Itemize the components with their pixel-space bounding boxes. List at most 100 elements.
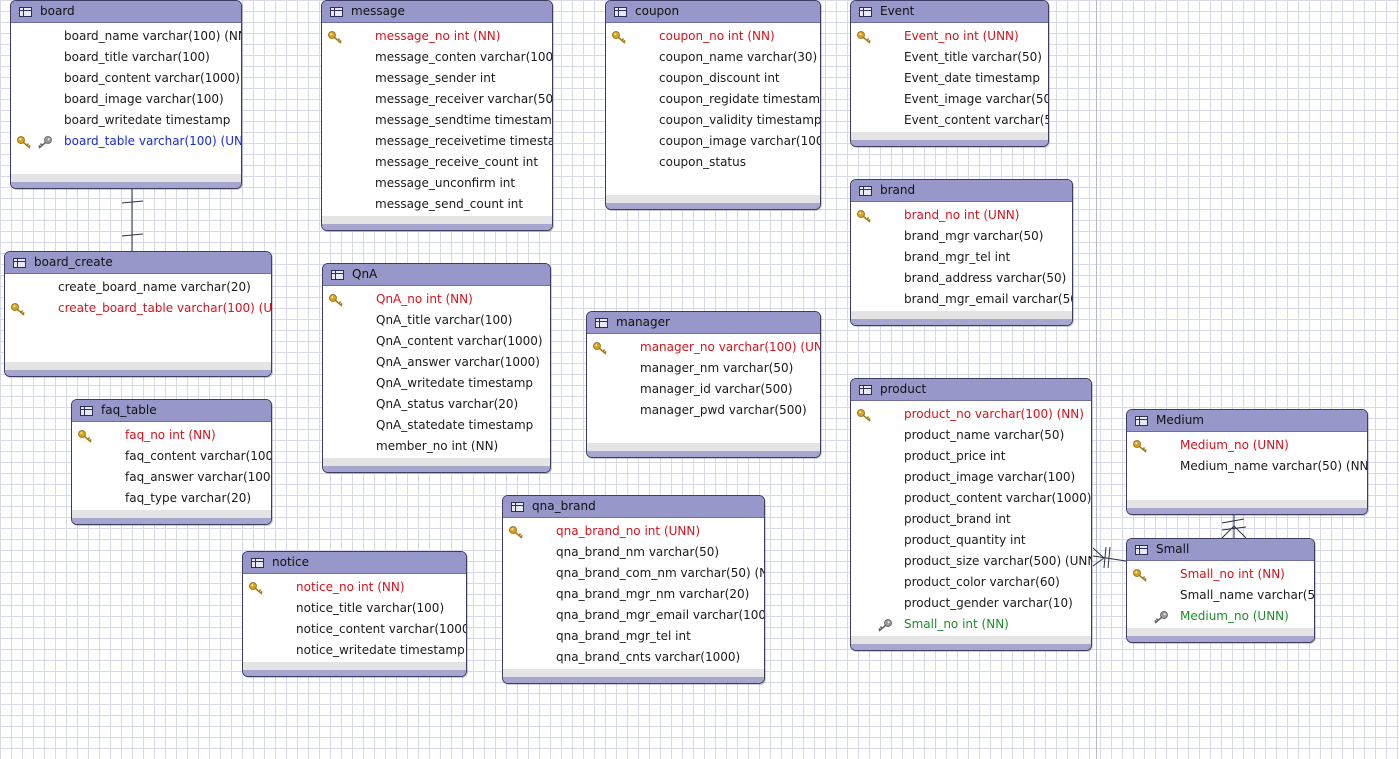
field-row[interactable]: qna_brand_mgr_tel int <box>503 626 764 647</box>
entity-header[interactable]: Medium <box>1127 410 1367 432</box>
entity-manager[interactable]: manager manager_no varchar(100) (UNN) ma… <box>586 311 821 458</box>
entity-qna-brand[interactable]: qna_brand qna_brand_no int (UNN) qna_bra… <box>502 495 765 684</box>
entity-coupon[interactable]: coupon coupon_no int (NN) coupon_name va… <box>605 0 821 210</box>
field-row[interactable]: notice_content varchar(1000) <box>243 619 466 640</box>
field-row[interactable]: qna_brand_mgr_nm varchar(20) <box>503 584 764 605</box>
field-row[interactable]: coupon_name varchar(30) <box>606 47 820 68</box>
field-row[interactable]: coupon_image varchar(100) <box>606 131 820 152</box>
entity-header[interactable]: product <box>851 379 1091 401</box>
field-row[interactable]: message_send_count int <box>322 194 552 215</box>
field-row[interactable]: qna_brand_mgr_email varchar(100) <box>503 605 764 626</box>
field-row[interactable]: notice_writedate timestamp <box>243 640 466 661</box>
field-row[interactable]: message_receive_count int <box>322 152 552 173</box>
field-row[interactable]: manager_nm varchar(50) <box>587 358 820 379</box>
entity-header[interactable]: Small <box>1127 539 1314 561</box>
field-row[interactable]: message_receiver varchar(50) <box>322 89 552 110</box>
entity-header[interactable]: message <box>322 1 552 23</box>
field-row[interactable]: message_no int (NN) <box>322 26 552 47</box>
field-row[interactable]: faq_type varchar(20) <box>72 488 271 509</box>
field-row[interactable]: board_image varchar(100) <box>11 89 241 110</box>
field-row[interactable]: Medium_no (UNN) <box>1127 606 1314 627</box>
field-row[interactable]: qna_brand_com_nm varchar(50) (NN) <box>503 563 764 584</box>
field-row[interactable]: QnA_statedate timestamp <box>323 415 550 436</box>
field-row[interactable]: QnA_no int (NN) <box>323 289 550 310</box>
entity-board[interactable]: board board_name varchar(100) (NN) board… <box>10 0 242 189</box>
field-row[interactable]: board_writedate timestamp <box>11 110 241 131</box>
field-row[interactable]: QnA_title varchar(100) <box>323 310 550 331</box>
field-row[interactable]: faq_answer varchar(1000) <box>72 467 271 488</box>
entity-header[interactable]: manager <box>587 312 820 334</box>
field-row[interactable]: message_conten varchar(1000) <box>322 47 552 68</box>
field-row[interactable]: QnA_answer varchar(1000) <box>323 352 550 373</box>
entity-brand[interactable]: brand brand_no int (UNN) brand_mgr varch… <box>850 179 1073 326</box>
field-row[interactable]: create_board_name varchar(20) <box>5 277 271 298</box>
entity-small[interactable]: Small Small_no int (NN) Small_name varch… <box>1126 538 1315 643</box>
field-row[interactable]: Event_content varchar(50) <box>851 110 1048 131</box>
field-row[interactable]: faq_no int (NN) <box>72 425 271 446</box>
field-row[interactable]: product_color varchar(60) <box>851 572 1091 593</box>
entity-header[interactable]: qna_brand <box>503 496 764 518</box>
field-row[interactable]: manager_no varchar(100) (UNN) <box>587 337 820 358</box>
entity-header[interactable]: board_create <box>5 252 271 274</box>
entity-faq-table[interactable]: faq_table faq_no int (NN) faq_content va… <box>71 399 272 525</box>
field-row[interactable]: Medium_name varchar(50) (NN) <box>1127 456 1367 477</box>
field-row[interactable]: qna_brand_nm varchar(50) <box>503 542 764 563</box>
field-row[interactable]: Small_no int (NN) <box>851 614 1091 635</box>
entity-product[interactable]: product product_no varchar(100) (NN) pro… <box>850 378 1092 651</box>
field-row[interactable]: board_name varchar(100) (NN) <box>11 26 241 47</box>
field-row[interactable]: Medium_no (UNN) <box>1127 435 1367 456</box>
field-row[interactable]: message_sendtime timestamp <box>322 110 552 131</box>
field-row[interactable]: notice_title varchar(100) <box>243 598 466 619</box>
field-row[interactable]: brand_mgr varchar(50) <box>851 226 1072 247</box>
field-row[interactable]: product_brand int <box>851 509 1091 530</box>
field-row[interactable]: Event_image varchar(50) <box>851 89 1048 110</box>
entity-notice[interactable]: notice notice_no int (NN) notice_title v… <box>242 551 467 677</box>
field-row[interactable]: Event_title varchar(50) <box>851 47 1048 68</box>
field-row[interactable]: Event_no int (UNN) <box>851 26 1048 47</box>
field-row[interactable]: brand_mgr_email varchar(500) <box>851 289 1072 310</box>
field-row[interactable]: manager_id varchar(500) <box>587 379 820 400</box>
entity-header[interactable]: brand <box>851 180 1072 202</box>
field-row[interactable]: message_sender int <box>322 68 552 89</box>
field-row[interactable]: product_content varchar(1000) <box>851 488 1091 509</box>
entity-header[interactable]: board <box>11 1 241 23</box>
entity-header[interactable]: coupon <box>606 1 820 23</box>
field-row[interactable]: board_content varchar(1000) <box>11 68 241 89</box>
field-row[interactable]: coupon_validity timestamp <box>606 110 820 131</box>
entity-header[interactable]: QnA <box>323 264 550 286</box>
field-row[interactable]: coupon_regidate timestamp <box>606 89 820 110</box>
field-row[interactable]: product_name varchar(50) <box>851 425 1091 446</box>
field-row[interactable]: QnA_content varchar(1000) <box>323 331 550 352</box>
field-row[interactable]: member_no int (NN) <box>323 436 550 457</box>
relation-small-product[interactable] <box>1092 555 1127 562</box>
entity-medium[interactable]: Medium Medium_no (UNN) Medium_name varch… <box>1126 409 1368 515</box>
field-row[interactable]: product_no varchar(100) (NN) <box>851 404 1091 425</box>
field-row[interactable]: product_quantity int <box>851 530 1091 551</box>
field-row[interactable]: notice_no int (NN) <box>243 577 466 598</box>
field-row[interactable]: Event_date timestamp <box>851 68 1048 89</box>
field-row[interactable]: message_receivetime timestamp <box>322 131 552 152</box>
field-row[interactable]: QnA_writedate timestamp <box>323 373 550 394</box>
field-row[interactable]: message_unconfirm int <box>322 173 552 194</box>
entity-event[interactable]: Event Event_no int (UNN) Event_title var… <box>850 0 1049 147</box>
field-row[interactable]: board_title varchar(100) <box>11 47 241 68</box>
field-row[interactable]: product_gender varchar(10) <box>851 593 1091 614</box>
field-row[interactable]: brand_no int (UNN) <box>851 205 1072 226</box>
field-row[interactable]: board_table varchar(100) (UNN) <box>11 131 241 152</box>
field-row[interactable]: coupon_no int (NN) <box>606 26 820 47</box>
field-row[interactable]: product_price int <box>851 446 1091 467</box>
field-row[interactable]: coupon_discount int <box>606 68 820 89</box>
field-row[interactable]: Small_name varchar(50) <box>1127 585 1314 606</box>
entity-header[interactable]: faq_table <box>72 400 271 422</box>
field-row[interactable]: product_image varchar(100) <box>851 467 1091 488</box>
field-row[interactable]: manager_pwd varchar(500) <box>587 400 820 421</box>
entity-message[interactable]: message message_no int (NN) message_cont… <box>321 0 553 231</box>
entity-board-create[interactable]: board_create create_board_name varchar(2… <box>4 251 272 377</box>
entity-qna[interactable]: QnA QnA_no int (NN) QnA_title varchar(10… <box>322 263 551 473</box>
entity-header[interactable]: Event <box>851 1 1048 23</box>
field-row[interactable]: brand_address varchar(50) <box>851 268 1072 289</box>
field-row[interactable]: qna_brand_cnts varchar(1000) <box>503 647 764 668</box>
field-row[interactable]: faq_content varchar(1000) <box>72 446 271 467</box>
field-row[interactable]: create_board_table varchar(100) (UNN) <box>5 298 271 319</box>
field-row[interactable]: coupon_status <box>606 152 820 173</box>
